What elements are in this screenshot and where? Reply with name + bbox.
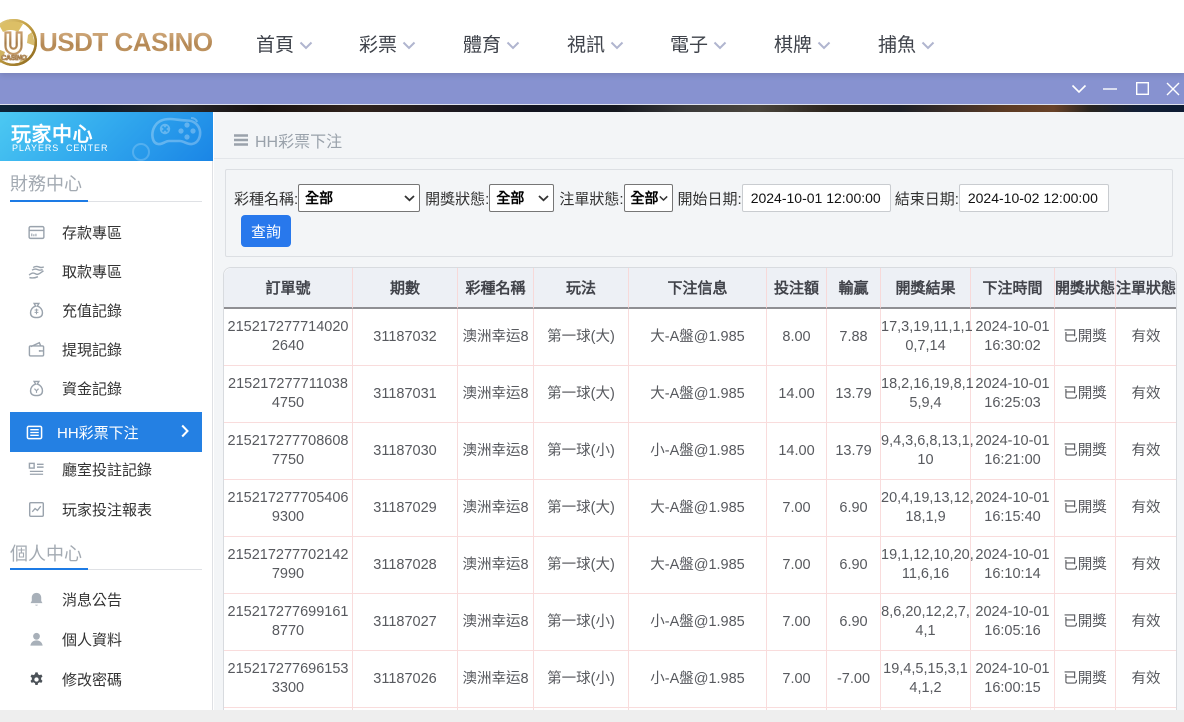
svg-text:CASINO: CASINO [1,55,27,62]
